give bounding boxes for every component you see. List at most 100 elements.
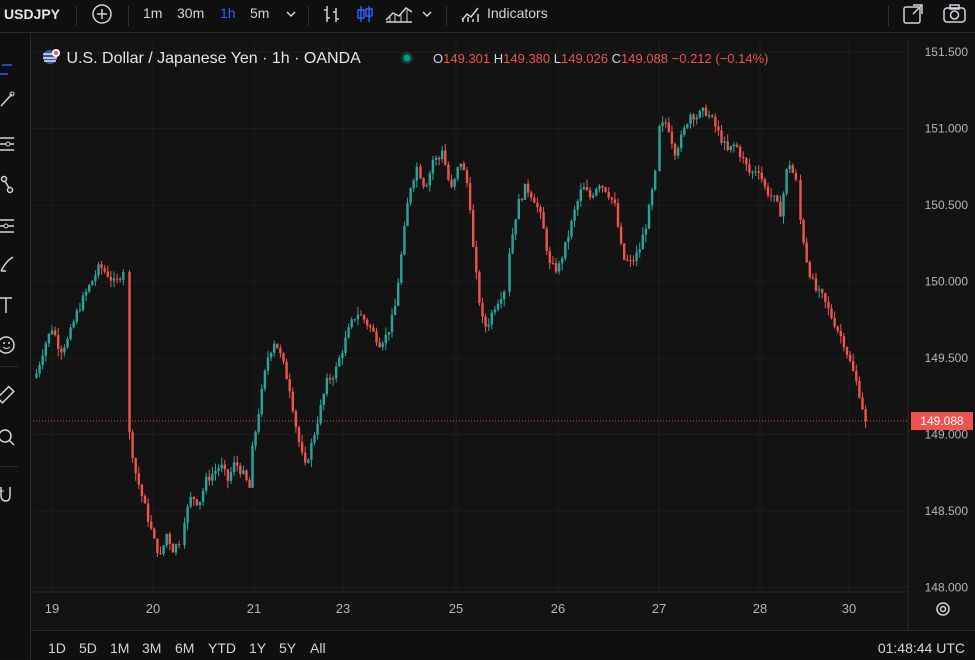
text-tool-icon[interactable]: [0, 295, 18, 315]
candle-body: [60, 348, 63, 353]
chart-legend: U.S. Dollar / Japanese Yen · 1h · OANDA: [42, 48, 361, 68]
candle-body: [254, 431, 257, 446]
candle-body: [692, 114, 695, 120]
ruler-icon[interactable]: [0, 385, 18, 405]
trend-line-icon[interactable]: [0, 90, 18, 110]
candle-body: [845, 347, 849, 355]
prediction-icon[interactable]: [0, 255, 18, 275]
brush-icon[interactable]: [0, 174, 18, 194]
candle-body: [344, 337, 347, 353]
candle-body: [146, 503, 150, 522]
fullscreen-button[interactable]: [902, 2, 924, 29]
candle-body: [742, 157, 745, 159]
x-tick-label: 20: [146, 601, 160, 616]
candle-body: [508, 253, 511, 292]
add-symbol-button[interactable]: [91, 3, 113, 28]
candle-body: [263, 370, 267, 389]
plot-area: [33, 40, 908, 592]
chevron-down-icon: [286, 11, 296, 18]
candle-body: [487, 324, 490, 327]
candle-body: [245, 470, 248, 480]
interval-1h[interactable]: 1h: [220, 5, 236, 21]
candle-body: [447, 164, 450, 180]
utc-clock[interactable]: 01:48:44 UTC: [878, 640, 965, 656]
candle-body: [362, 315, 366, 320]
emoji-icon[interactable]: [0, 335, 18, 355]
candle-body: [248, 479, 251, 488]
candle-body: [833, 317, 836, 327]
candle-body: [791, 165, 794, 173]
candle-body: [165, 534, 168, 546]
symbol-search[interactable]: USDJPY: [4, 6, 60, 22]
plus-circle-icon: [92, 4, 112, 24]
chart-title[interactable]: U.S. Dollar / Japanese Yen · 1h · OANDA: [66, 50, 360, 67]
candle-body: [325, 377, 329, 395]
candle-body: [294, 411, 298, 428]
candle-body: [220, 464, 223, 469]
area-style-button[interactable]: [384, 3, 414, 28]
candle-body: [676, 148, 680, 156]
range-all[interactable]: All: [310, 640, 326, 656]
candle-body: [304, 452, 307, 463]
candle-body: [41, 355, 44, 365]
candle-body: [35, 373, 38, 378]
candle-body: [347, 327, 350, 338]
candle-body: [647, 205, 651, 229]
candle-body: [223, 464, 226, 470]
range-ytd[interactable]: YTD: [208, 640, 236, 656]
chart-settings-icon[interactable]: [934, 600, 952, 618]
x-tick-label: 28: [753, 601, 767, 616]
candle-body: [704, 107, 708, 116]
x-tick-label: 27: [652, 601, 666, 616]
range-1y[interactable]: 1Y: [249, 640, 266, 656]
candle-body: [567, 236, 570, 243]
candle-body: [328, 377, 332, 380]
bar-style-button[interactable]: [322, 3, 342, 28]
toolbar-divider: [128, 6, 129, 26]
range-1d[interactable]: 1D: [48, 640, 66, 656]
candle-body: [122, 271, 125, 280]
candle-body: [861, 397, 864, 410]
candle-body: [106, 271, 109, 277]
zoom-icon[interactable]: [0, 428, 18, 448]
candle-body: [465, 170, 469, 184]
candle-body: [548, 251, 551, 263]
pattern-icon[interactable]: [0, 215, 18, 235]
candles-style-button[interactable]: [355, 3, 375, 28]
range-5y[interactable]: 5Y: [279, 640, 296, 656]
interval-30m[interactable]: 30m: [177, 5, 204, 21]
candle-body: [582, 187, 586, 190]
candle-body: [726, 141, 729, 151]
range-5d[interactable]: 5D: [79, 640, 97, 656]
interval-5m[interactable]: 5m: [250, 5, 269, 21]
range-6m[interactable]: 6M: [175, 640, 194, 656]
range-1m[interactable]: 1M: [110, 640, 129, 656]
candle-body: [353, 319, 356, 321]
candle-body: [310, 443, 313, 460]
range-3m[interactable]: 3M: [142, 640, 161, 656]
indicators-button[interactable]: Indicators: [487, 5, 548, 21]
magnet-icon[interactable]: [0, 483, 18, 503]
candle-body: [754, 171, 757, 173]
candle-body: [836, 326, 839, 332]
candle-body: [189, 496, 192, 507]
last-price-tag-bg: [911, 412, 973, 431]
candle-body: [808, 261, 811, 278]
candle-body: [503, 291, 506, 300]
candle-body: [84, 291, 88, 296]
chart-grid: [33, 40, 908, 592]
screenshot-button[interactable]: [942, 3, 968, 28]
candle-body: [539, 207, 542, 213]
candle-body: [378, 342, 381, 348]
open-label: O: [433, 51, 444, 66]
candle-body: [282, 353, 285, 362]
fib-retracement-icon[interactable]: [0, 134, 18, 154]
candle-body: [664, 122, 667, 124]
crosshair-icon[interactable]: [0, 55, 18, 75]
candle-body: [168, 534, 171, 545]
candle-body: [570, 220, 573, 237]
interval-dropdown-button[interactable]: [284, 3, 298, 28]
candle-body: [821, 289, 824, 294]
chart-style-dropdown[interactable]: [420, 3, 434, 28]
interval-1m[interactable]: 1m: [143, 5, 162, 21]
